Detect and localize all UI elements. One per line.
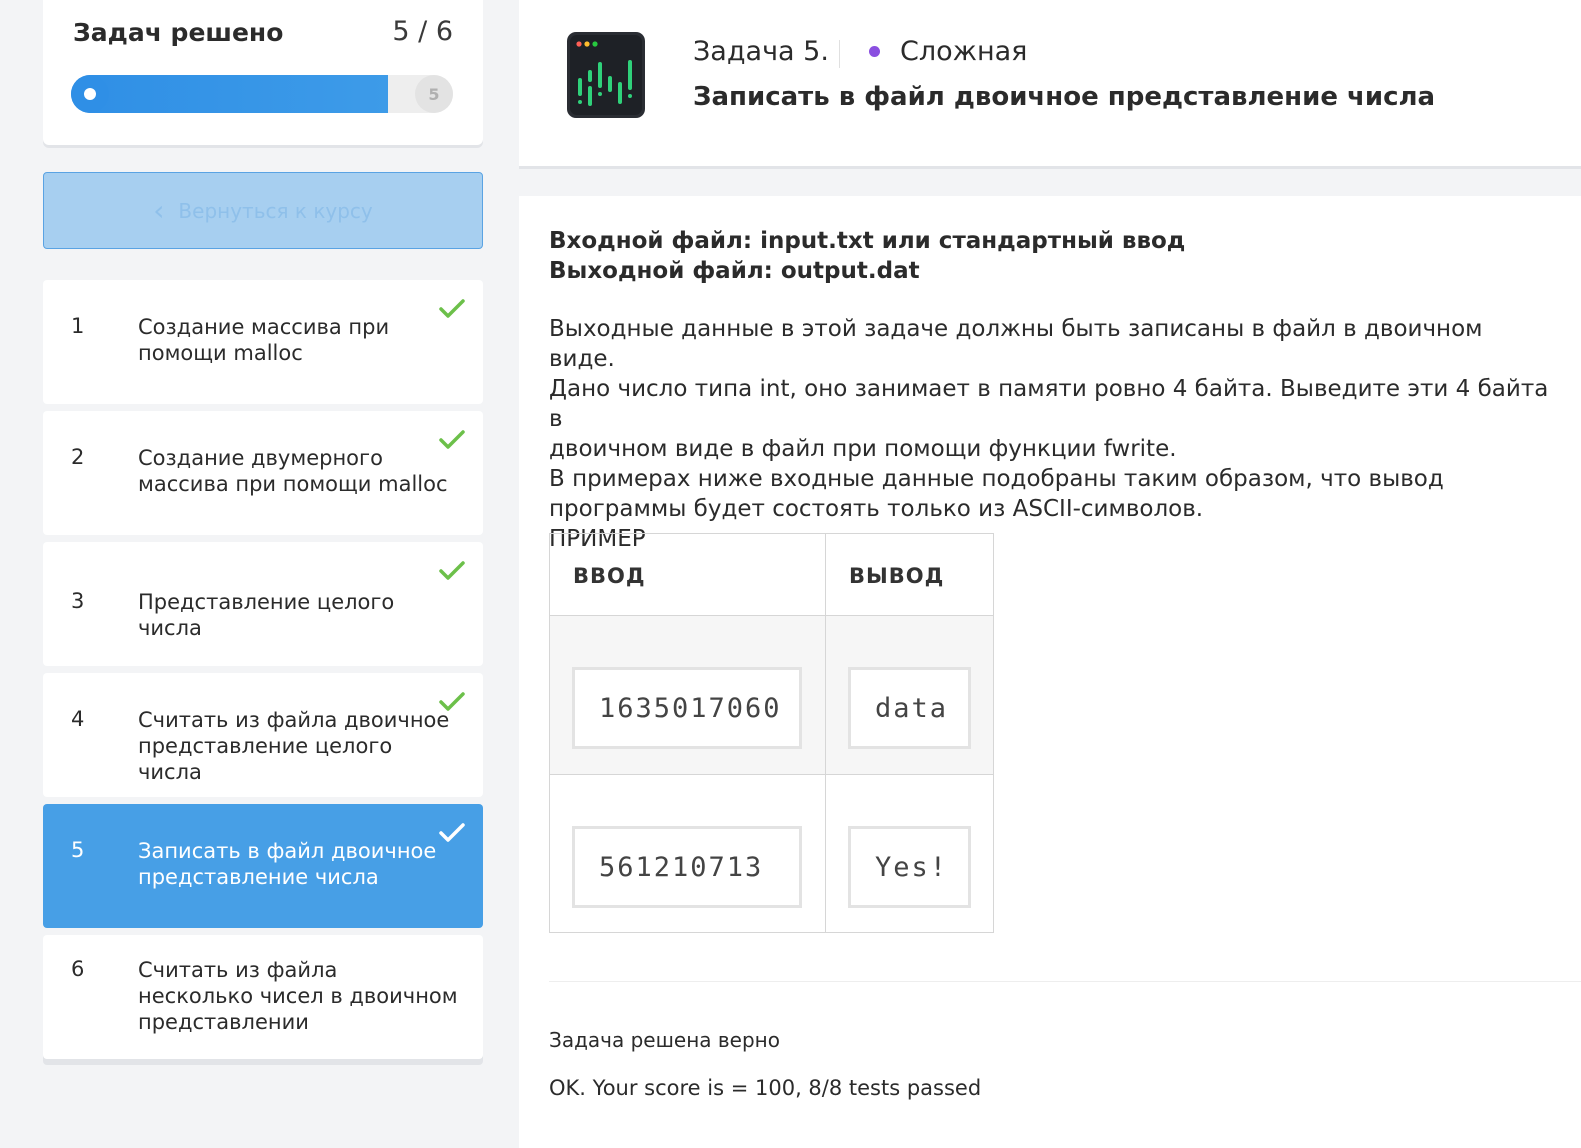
task-header: Задача 5. Сложная Записать в файл двоичн… [519,0,1581,166]
task-item-2[interactable]: 2 Создание двумерного массива при помощи… [43,411,483,535]
chevron-left-icon: ‹ [153,193,165,227]
input-file-label: Входной файл: input.txt или стандартный … [549,228,1186,254]
progress-start-marker [71,75,109,113]
progress-fill [71,75,388,113]
description-line: В примерах ниже входные данные подобраны… [549,466,1444,492]
task-title: Считать из файла двоичное представление … [138,708,450,784]
header-separator [839,40,840,68]
difficulty-dot-icon [869,46,880,57]
example-input-value: 1635017060 [572,667,802,749]
task-title: Создание массива при помощи malloc [138,315,390,365]
description-line: Дано число типа int, оно занимает в памя… [549,376,1549,432]
column-header-input: ВВОД [573,564,646,588]
description-line: Выходные данные в этой задаче должны быт… [549,316,1483,372]
task-title-heading: Записать в файл двоичное представление ч… [693,82,1436,112]
task-number-label: Задача 5. [693,36,829,67]
task-item-3[interactable]: 3 Представление целого числа [43,542,483,666]
progress-title: Задач решено [73,18,284,47]
terminal-chart-icon [567,32,645,118]
back-to-course-label: Вернуться к курсу [178,198,373,223]
progress-count: 5 / 6 [392,16,453,47]
task-item-4[interactable]: 4 Считать из файла двоичное представлени… [43,673,483,797]
checkmark-icon [439,430,465,449]
task-title: Записать в файл двоичное представление ч… [138,839,437,889]
task-title: Считать из файла несколько чисел в двоич… [138,958,458,1034]
task-item-5[interactable]: 5 Записать в файл двоичное представление… [43,804,483,928]
table-divider [550,774,993,775]
task-item-1[interactable]: 1 Создание массива при помощи malloc [43,280,483,404]
example-output-value: data [848,667,971,749]
column-header-output: ВЫВОД [849,564,945,588]
table-divider [825,534,826,932]
task-content: Входной файл: input.txt или стандартный … [519,196,1581,1148]
description-line: программы будет состоять только из ASCII… [549,496,1204,522]
task-description: Выходные данные в этой задаче должны быт… [549,314,1549,554]
task-number: 1 [71,314,85,338]
task-list: 1 Создание массива при помощи malloc 2 С… [43,280,483,1066]
progress-bar: 5 [71,75,453,113]
back-to-course-button[interactable]: ‹ Вернуться к курсу [43,172,483,249]
task-number: 6 [71,957,85,981]
checkmark-icon [439,823,465,842]
example-table: ВВОД ВЫВОД 1635017060 data 561210713 Yes… [549,533,994,933]
result-score: OK. Your score is = 100, 8/8 tests passe… [549,1076,982,1100]
task-number: 5 [71,838,85,862]
task-title: Создание двумерного массива при помощи m… [138,446,448,496]
task-number: 2 [71,445,85,469]
task-number: 4 [71,707,85,731]
checkmark-icon [439,692,465,711]
example-output-value: Yes! [848,826,971,908]
result-status: Задача решена верно [549,1028,780,1052]
checkmark-icon [439,299,465,318]
progress-card: Задач решено 5 / 6 5 [43,0,483,145]
example-input-value: 561210713 [572,826,802,908]
difficulty-label: Сложная [900,36,1028,67]
checkmark-icon [439,561,465,580]
task-title: Представление целого числа [138,590,395,640]
task-item-6[interactable]: 6 Считать из файла несколько чисел в дво… [43,935,483,1059]
table-divider [550,615,993,616]
sidebar: Задач решено 5 / 6 5 ‹ Вернуться к курсу… [0,0,519,1148]
progress-end-marker: 5 [415,75,453,113]
section-divider [549,981,1581,982]
output-file-label: Выходной файл: output.dat [549,258,920,284]
description-line: двоичном виде в файл при помощи функции … [549,436,1177,462]
task-number: 3 [71,589,85,613]
